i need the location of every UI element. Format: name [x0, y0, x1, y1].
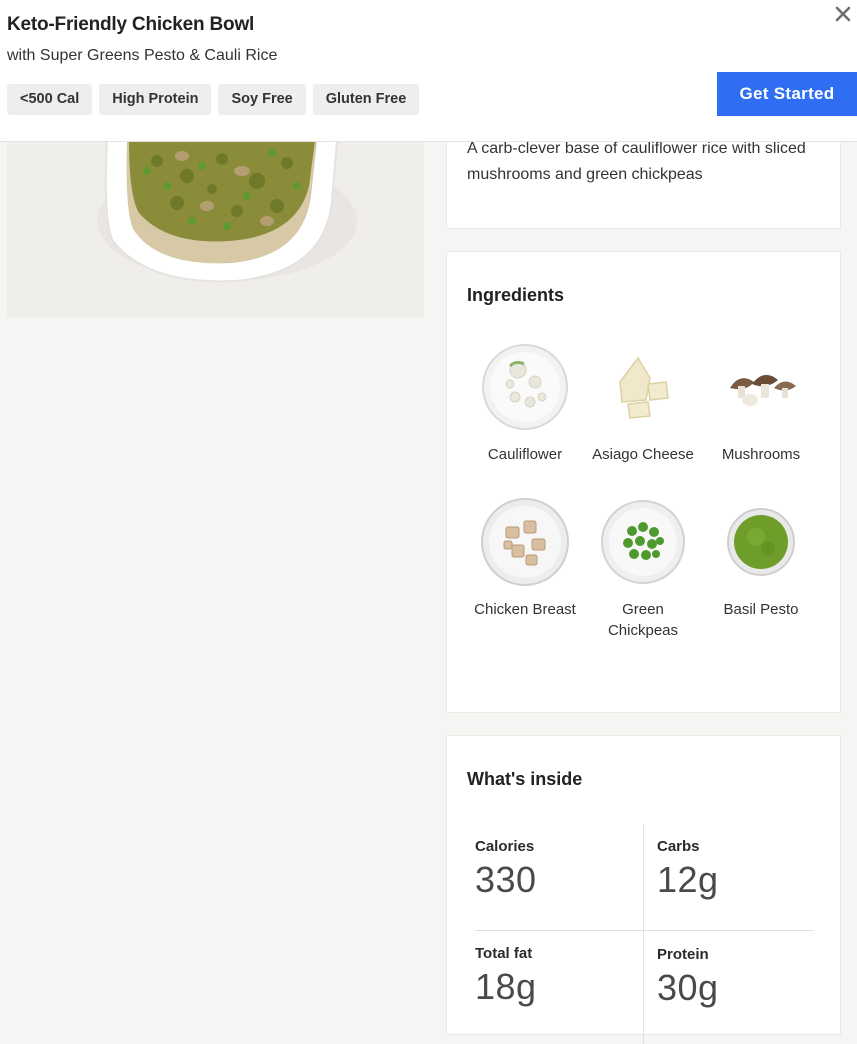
ingredient-label: Asiago Cheese	[592, 446, 694, 463]
pesto-icon	[714, 495, 808, 589]
ingredient-label: Basil Pesto	[723, 601, 799, 618]
cauliflower-icon	[478, 340, 572, 434]
fat-label: Total fat	[475, 945, 533, 962]
calories-label: Calories	[475, 838, 535, 855]
ingredients-title: Ingredients	[467, 285, 565, 305]
protein-value: 30g	[657, 967, 719, 1008]
meal-title: Keto-Friendly Chicken Bowl	[7, 14, 255, 35]
chickpeas-icon	[596, 495, 690, 589]
carbs-value: 12g	[657, 859, 719, 900]
calories-value: 330	[475, 859, 537, 900]
nutrition-carbs: Carbs 12g	[657, 838, 719, 901]
chicken-icon	[478, 495, 572, 589]
cheese-icon	[596, 340, 690, 434]
ingredient-label: Cauliflower	[487, 446, 563, 463]
ingredient-mushrooms: Mushrooms	[702, 340, 820, 465]
divider	[643, 824, 644, 1044]
protein-label: Protein	[657, 946, 709, 963]
tag-gluten-free: Gluten Free	[312, 84, 420, 115]
tag-soy-free: Soy Free	[218, 84, 306, 115]
close-icon	[835, 6, 851, 22]
meal-photo	[7, 141, 424, 318]
diet-tags: <500 Cal High Protein Soy Free Gluten Fr…	[7, 84, 420, 115]
ingredients-card: Ingredients Cauliflower Asiago Cheese Mu…	[446, 251, 841, 713]
header-bar: Keto-Friendly Chicken Bowl with Super Gr…	[0, 0, 857, 142]
nutrition-protein: Protein 30g	[657, 946, 719, 1009]
ingredient-basil-pesto: Basil Pesto	[702, 495, 820, 641]
meal-description: A carb-clever base of cauliflower rice w…	[467, 140, 806, 183]
meal-subtitle: with Super Greens Pesto & Cauli Rice	[7, 47, 278, 64]
nutrition-calories: Calories 330	[475, 838, 537, 901]
get-started-button[interactable]: Get Started	[717, 72, 857, 116]
mushroom-icon	[714, 340, 808, 434]
ingredient-green-chickpeas: Green Chickpeas	[584, 495, 702, 641]
ingredient-label: Green Chickpeas	[607, 601, 679, 639]
ingredient-chicken-breast: Chicken Breast	[466, 495, 584, 641]
close-button[interactable]	[831, 2, 855, 26]
ingredient-cauliflower: Cauliflower	[466, 340, 584, 465]
ingredient-label: Chicken Breast	[474, 601, 576, 618]
tag-high-protein: High Protein	[99, 84, 212, 115]
ingredients-grid: Cauliflower Asiago Cheese Mushrooms Chic…	[466, 340, 821, 641]
nutrition-fat: Total fat 18g	[475, 945, 537, 1008]
tag-calories: <500 Cal	[7, 84, 93, 115]
nutrition-title: What's inside	[467, 769, 583, 789]
divider	[475, 930, 814, 931]
nutrition-card: What's inside Calories 330 Carbs 12g Tot…	[446, 735, 841, 1044]
ingredient-asiago-cheese: Asiago Cheese	[584, 340, 702, 465]
carbs-label: Carbs	[657, 838, 700, 855]
ingredient-label: Mushrooms	[721, 446, 801, 463]
fat-value: 18g	[475, 966, 537, 1007]
